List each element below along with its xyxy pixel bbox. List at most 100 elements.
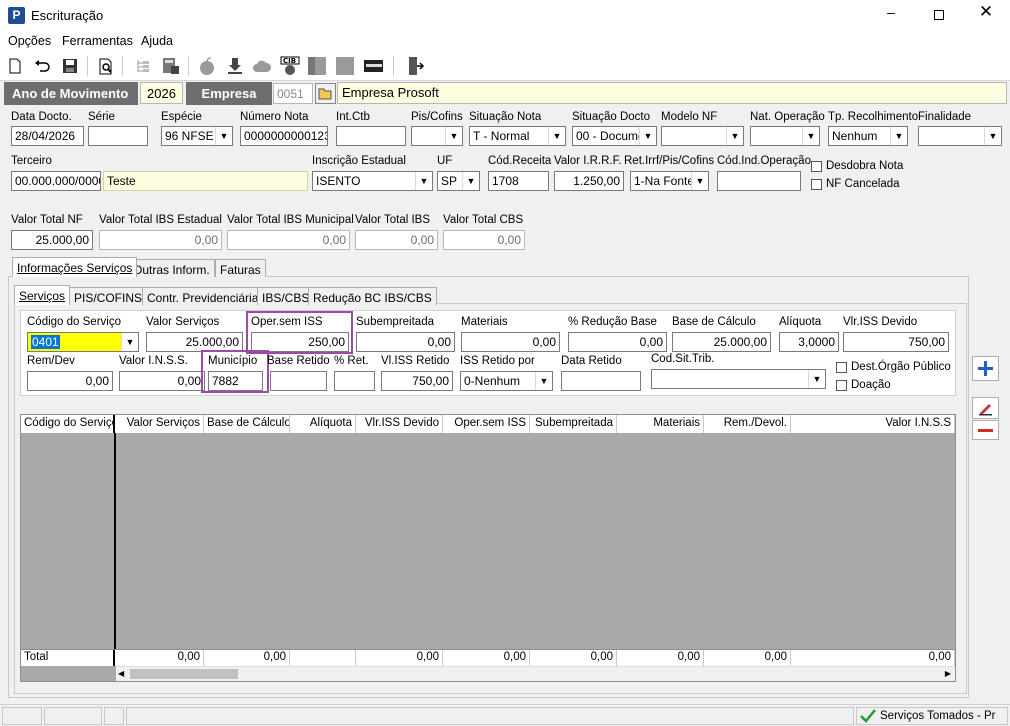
grid-col-aliquota[interactable]: Alíquota bbox=[290, 415, 356, 433]
grid-col-materiais[interactable]: Materiais bbox=[617, 415, 704, 433]
grid-col-oper-sem-iss[interactable]: Oper.sem ISS bbox=[443, 415, 530, 433]
perc-ret-input[interactable] bbox=[334, 371, 375, 391]
tab-ibs-cbs[interactable]: IBS/CBS bbox=[257, 287, 315, 305]
perc-reducao-base-input[interactable]: 0,00 bbox=[568, 332, 667, 352]
nf-cancelada-checkbox[interactable]: NF Cancelada bbox=[811, 178, 900, 190]
tab-faturas[interactable]: Faturas bbox=[215, 259, 266, 277]
pis-cofins-select[interactable]: ▼ bbox=[411, 126, 463, 146]
empresa-code[interactable]: 0051 bbox=[273, 83, 313, 104]
horizontal-scrollbar[interactable]: ◀ ▶ bbox=[116, 666, 955, 681]
vl-iss-retido-input[interactable]: 750,00 bbox=[381, 371, 453, 391]
data-retido-input[interactable] bbox=[561, 371, 641, 391]
chevron-down-icon[interactable]: ▼ bbox=[535, 372, 552, 390]
data-docto-input[interactable]: 28/04/2026 bbox=[11, 126, 84, 146]
calculator-icon[interactable] bbox=[161, 56, 181, 76]
valor-servicos-input[interactable]: 25.000,00 bbox=[146, 332, 243, 352]
valor-irrf-input[interactable]: 1.250,00 bbox=[554, 171, 624, 191]
open-folder-icon[interactable] bbox=[315, 83, 336, 104]
scroll-right-icon[interactable]: ▶ bbox=[945, 669, 951, 678]
undo-icon[interactable] bbox=[32, 56, 52, 76]
cod-sit-trib-select[interactable]: ▼ bbox=[651, 369, 826, 389]
int-ctb-input[interactable] bbox=[336, 126, 406, 146]
desdobra-nota-checkbox[interactable]: Desdobra Nota bbox=[811, 160, 903, 172]
checkbox-box[interactable] bbox=[836, 379, 847, 391]
dest-orgao-publico-checkbox[interactable]: Dest.Órgão Público bbox=[836, 361, 951, 373]
uf-select[interactable]: SP ▼ bbox=[437, 171, 480, 191]
iss-retido-por-select[interactable]: 0-Nenhum ▼ bbox=[460, 371, 553, 391]
save-icon[interactable] bbox=[60, 56, 80, 76]
materiais-input[interactable]: 0,00 bbox=[461, 332, 560, 352]
grid-col-valor-servicos[interactable]: Valor Serviços bbox=[115, 415, 204, 433]
aliquota-input[interactable]: 3,0000 bbox=[779, 332, 839, 352]
grid-col-base-calculo[interactable]: Base de Cálculo bbox=[204, 415, 290, 433]
subempreitada-input[interactable]: 0,00 bbox=[356, 332, 455, 352]
chevron-down-icon[interactable]: ▼ bbox=[802, 127, 819, 145]
new-document-icon[interactable] bbox=[5, 56, 25, 76]
grid-col-vlr-iss-devido[interactable]: Vlr.ISS Devido bbox=[356, 415, 443, 433]
cod-ind-operacao-input[interactable] bbox=[717, 171, 801, 191]
scroll-left-icon[interactable]: ◀ bbox=[118, 669, 124, 678]
grid-col-codigo-servico[interactable]: Código do Serviço bbox=[21, 415, 115, 433]
grid-col-valor-inss[interactable]: Valor I.N.S.S bbox=[791, 415, 955, 433]
print-preview-icon[interactable] bbox=[96, 56, 116, 76]
scrollbar-thumb[interactable] bbox=[130, 669, 238, 679]
chevron-down-icon[interactable]: ▼ bbox=[462, 172, 479, 190]
download-icon[interactable] bbox=[225, 56, 245, 76]
inscricao-estadual-select[interactable]: ISENTO ▼ bbox=[312, 171, 433, 191]
modelo-nf-select[interactable]: ▼ bbox=[661, 126, 744, 146]
exit-icon[interactable] bbox=[405, 56, 425, 76]
minimize-button[interactable]: – bbox=[876, 4, 906, 26]
vlr-iss-devido-input[interactable]: 750,00 bbox=[843, 332, 949, 352]
ret-irrf-select[interactable]: 1-Na Fonte ▼ bbox=[630, 171, 709, 191]
cib-bag-icon[interactable]: CIB bbox=[280, 56, 300, 76]
maximize-button[interactable] bbox=[924, 4, 954, 26]
panel2-icon[interactable] bbox=[335, 56, 355, 76]
chevron-down-icon[interactable]: ▼ bbox=[726, 127, 743, 145]
cloud-icon[interactable] bbox=[252, 56, 272, 76]
especie-select[interactable]: 96 NFSE ▼ bbox=[161, 126, 233, 146]
menu-opcoes[interactable]: Opções bbox=[8, 34, 51, 48]
serie-input[interactable] bbox=[88, 126, 148, 146]
panel-icon[interactable] bbox=[307, 56, 327, 76]
chevron-down-icon[interactable]: ▼ bbox=[890, 127, 907, 145]
codigo-servico-select[interactable]: 0401 ▼ bbox=[27, 332, 139, 352]
ano-movimento-value[interactable]: 2026 bbox=[140, 82, 183, 104]
tab-contr-previdenciaria[interactable]: Contr. Previdenciária bbox=[142, 287, 264, 305]
menu-ferramentas[interactable]: Ferramentas bbox=[62, 34, 133, 48]
tab-servicos[interactable]: Serviços bbox=[14, 285, 71, 305]
chevron-down-icon[interactable]: ▼ bbox=[639, 127, 656, 145]
tab-pis-cofins[interactable]: PIS/COFINS bbox=[69, 287, 148, 305]
card-icon[interactable] bbox=[363, 56, 383, 76]
tree-icon[interactable] bbox=[133, 56, 153, 76]
rem-dev-input[interactable]: 0,00 bbox=[27, 371, 113, 391]
situacao-docto-select[interactable]: 00 - Documer ▼ bbox=[572, 126, 657, 146]
checkbox-box[interactable] bbox=[811, 178, 822, 190]
edit-button[interactable] bbox=[972, 397, 999, 419]
chevron-down-icon[interactable]: ▼ bbox=[415, 172, 432, 190]
grid-col-subempreitada[interactable]: Subempreitada bbox=[530, 415, 617, 433]
tab-reducao-bc-ibs-cbs[interactable]: Redução BC IBS/CBS bbox=[308, 287, 437, 305]
tp-recolhimento-select[interactable]: Nenhum ▼ bbox=[828, 126, 908, 146]
base-calculo-input[interactable]: 25.000,00 bbox=[672, 332, 771, 352]
checkbox-box[interactable] bbox=[811, 160, 822, 172]
doacao-checkbox[interactable]: Doação bbox=[836, 379, 891, 391]
chevron-down-icon[interactable]: ▼ bbox=[215, 127, 232, 145]
checkbox-box[interactable] bbox=[836, 361, 847, 373]
tab-informacoes-servicos[interactable]: Informações Serviços bbox=[12, 257, 138, 277]
terceiro-code-input[interactable]: 00.000.000/0000 bbox=[11, 171, 101, 191]
chevron-down-icon[interactable]: ▼ bbox=[984, 127, 1001, 145]
grid-col-rem-devol[interactable]: Rem./Devol. bbox=[704, 415, 791, 433]
add-button[interactable] bbox=[972, 356, 999, 381]
apple-icon[interactable] bbox=[197, 56, 217, 76]
chevron-down-icon[interactable]: ▼ bbox=[121, 333, 138, 351]
base-retido-input[interactable] bbox=[270, 371, 327, 391]
situacao-nota-select[interactable]: T - Normal ▼ bbox=[469, 126, 566, 146]
numero-nota-input[interactable]: 0000000000123 bbox=[240, 126, 328, 146]
valor-total-nf-input[interactable]: 25.000,00 bbox=[11, 230, 93, 250]
cod-receita-input[interactable]: 1708 bbox=[488, 171, 549, 191]
chevron-down-icon[interactable]: ▼ bbox=[548, 127, 565, 145]
valor-inss-input[interactable]: 0,00 bbox=[119, 371, 205, 391]
delete-button[interactable] bbox=[972, 420, 999, 440]
chevron-down-icon[interactable]: ▼ bbox=[808, 370, 825, 388]
chevron-down-icon[interactable]: ▼ bbox=[445, 127, 462, 145]
